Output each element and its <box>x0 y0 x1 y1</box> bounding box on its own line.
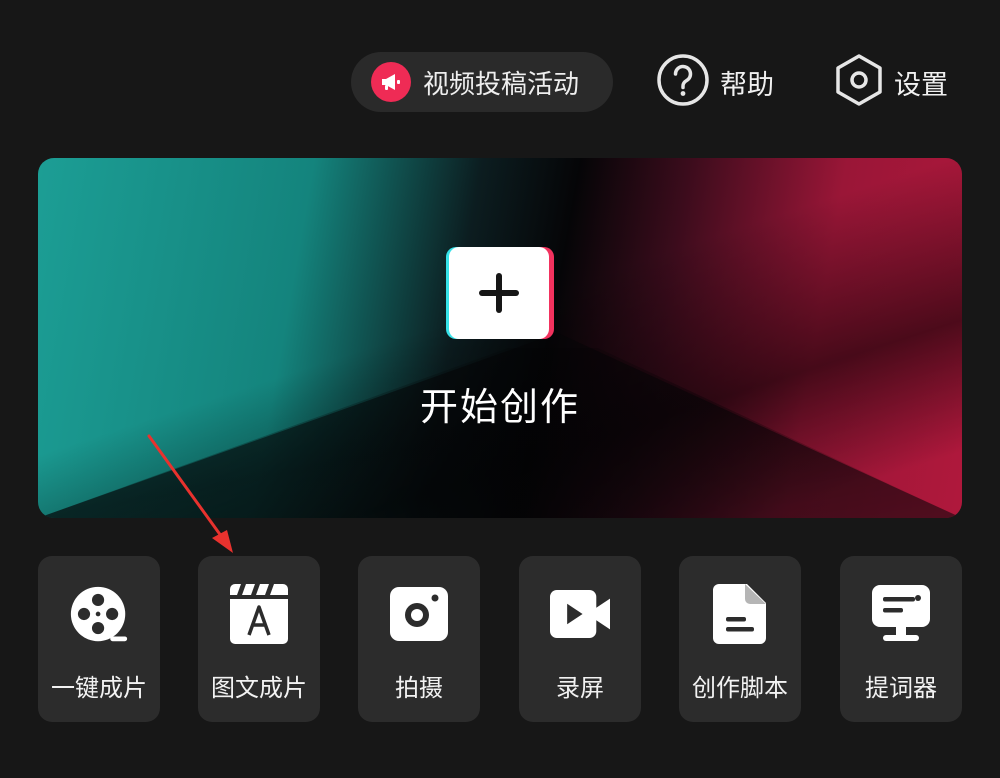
question-circle-icon <box>656 53 710 111</box>
top-bar: 视频投稿活动 帮助 设置 <box>0 52 1000 112</box>
tool-teleprompter[interactable]: 提词器 <box>840 556 962 722</box>
text-clapboard-icon <box>229 582 289 646</box>
tool-creation-script[interactable]: 创作脚本 <box>679 556 801 722</box>
start-creation-card[interactable]: 开始创作 <box>38 158 962 518</box>
hexagon-gear-icon <box>834 53 884 111</box>
tool-one-click-video[interactable]: 一键成片 <box>38 556 160 722</box>
tools-row: 一键成片 图文成片 拍摄 录屏 创作脚本 提词器 <box>38 556 962 722</box>
tool-label: 一键成片 <box>51 674 147 702</box>
tool-label: 录屏 <box>556 674 604 702</box>
film-reel-icon <box>69 582 129 646</box>
hero-title: 开始创作 <box>419 385 580 429</box>
tool-label: 图文成片 <box>211 674 307 702</box>
create-plus-button[interactable] <box>446 247 554 339</box>
campaign-button[interactable]: 视频投稿活动 <box>351 52 613 112</box>
settings-label: 设置 <box>894 69 948 101</box>
campaign-label: 视频投稿活动 <box>423 69 580 100</box>
tool-text-to-video[interactable]: 图文成片 <box>198 556 320 722</box>
settings-button[interactable]: 设置 <box>834 54 948 110</box>
tool-screen-record[interactable]: 录屏 <box>519 556 641 722</box>
video-camera-icon <box>550 582 610 646</box>
help-button[interactable]: 帮助 <box>656 54 774 110</box>
app-screen: 视频投稿活动 帮助 设置 开始创作 一键成片 图文成片 拍摄 录屏 创作脚本 提… <box>0 0 1000 778</box>
tool-label: 拍摄 <box>395 674 443 702</box>
megaphone-icon <box>371 62 411 102</box>
camera-icon <box>389 582 449 646</box>
teleprompter-icon <box>871 582 931 646</box>
tool-label: 提词器 <box>865 674 937 702</box>
tool-label: 创作脚本 <box>692 674 788 702</box>
script-document-icon <box>710 582 770 646</box>
help-label: 帮助 <box>720 69 774 101</box>
tool-shoot[interactable]: 拍摄 <box>358 556 480 722</box>
plus-icon <box>449 247 549 339</box>
